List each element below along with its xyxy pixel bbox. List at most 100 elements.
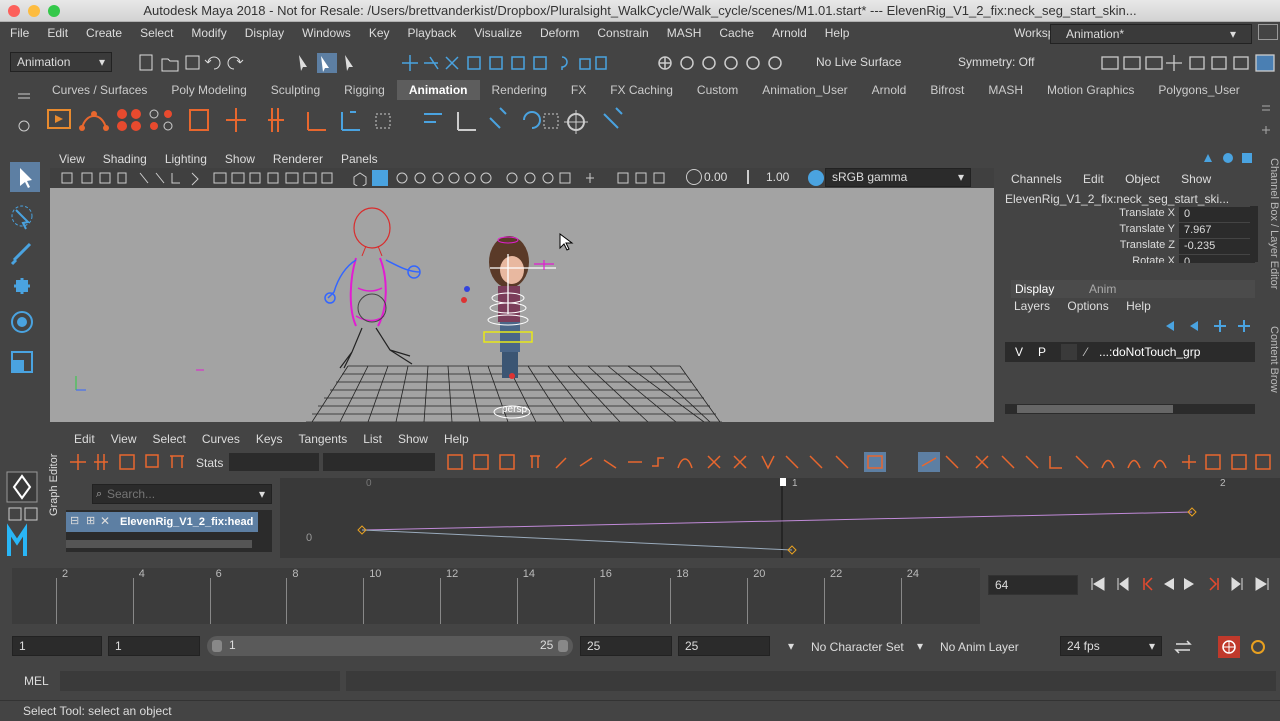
ge-menu-curves[interactable]: Curves bbox=[194, 432, 248, 446]
layer-options-menu[interactable]: Options bbox=[1067, 299, 1108, 313]
symmetry-label[interactable]: Symmetry: Off bbox=[958, 55, 1034, 69]
select-tool-button[interactable] bbox=[10, 162, 40, 192]
menu-visualize[interactable]: Visualize bbox=[465, 26, 531, 40]
layers-menu[interactable]: Layers bbox=[1014, 299, 1050, 313]
tab-fx[interactable]: FX bbox=[559, 80, 598, 100]
zoom-window-button[interactable] bbox=[48, 5, 60, 17]
playback-end-field[interactable]: 25 bbox=[580, 636, 672, 656]
layer-help-menu[interactable]: Help bbox=[1126, 299, 1151, 313]
expand-icon[interactable]: ⊞ bbox=[86, 514, 95, 527]
menu-cache[interactable]: Cache bbox=[710, 26, 763, 40]
tab-rigging[interactable]: Rigging bbox=[332, 80, 397, 100]
transform-tools-icons[interactable] bbox=[8, 202, 38, 432]
channel-box-side-tab[interactable]: Channel Box / Layer Editor bbox=[1262, 158, 1280, 318]
colorspace-dropdown[interactable]: sRGB gamma ▾ bbox=[825, 168, 971, 187]
shelf-scroll-icons[interactable] bbox=[1258, 100, 1274, 140]
tab-arnold[interactable]: Arnold bbox=[860, 80, 919, 100]
channels-menu[interactable]: Channels bbox=[1011, 172, 1062, 186]
range-handle-end[interactable] bbox=[558, 640, 568, 652]
graph-editor-panel-label[interactable]: Graph Editor bbox=[48, 436, 62, 516]
ge-menu-list[interactable]: List bbox=[355, 432, 390, 446]
tab-animation-user[interactable]: Animation_User bbox=[750, 80, 859, 100]
time-slider[interactable]: 2 4 6 8 10 12 14 16 18 20 22 24 bbox=[12, 568, 980, 624]
range-slider-bar[interactable]: 1 25 bbox=[207, 636, 573, 656]
menu-playback[interactable]: Playback bbox=[399, 26, 466, 40]
anim-layer-label[interactable]: No Anim Layer bbox=[940, 640, 1019, 654]
character-set-label[interactable]: No Character Set bbox=[811, 640, 904, 654]
shelf-menu-icons[interactable] bbox=[14, 88, 34, 144]
channel-object-menu[interactable]: Object bbox=[1125, 172, 1160, 186]
scene-canvas[interactable]: persp bbox=[50, 188, 994, 422]
range-right-icons[interactable] bbox=[1172, 636, 1276, 658]
menu-modify[interactable]: Modify bbox=[182, 26, 235, 40]
layer-hscrollbar[interactable] bbox=[1005, 404, 1255, 414]
viewport-menu-lighting[interactable]: Lighting bbox=[156, 152, 216, 166]
command-input[interactable] bbox=[60, 671, 340, 691]
menu-help[interactable]: Help bbox=[816, 26, 859, 40]
menu-mash[interactable]: MASH bbox=[658, 26, 711, 40]
range-handle-start[interactable] bbox=[212, 640, 222, 652]
component-mask-icons[interactable] bbox=[400, 53, 610, 73]
channel-translate-z[interactable]: Translate Z -0.235 bbox=[1105, 239, 1265, 255]
ge-menu-keys[interactable]: Keys bbox=[248, 432, 291, 446]
tab-custom[interactable]: Custom bbox=[685, 80, 750, 100]
fps-dropdown[interactable]: 24 fps ▾ bbox=[1060, 636, 1162, 656]
ge-menu-tangents[interactable]: Tangents bbox=[291, 432, 356, 446]
channel-show-menu[interactable]: Show bbox=[1181, 172, 1211, 186]
channel-value[interactable]: -0.235 bbox=[1179, 239, 1255, 254]
colorspace-icon[interactable] bbox=[808, 170, 824, 186]
file-tools-icons[interactable] bbox=[138, 53, 248, 73]
layer-edit-icon[interactable]: ⁄ bbox=[1085, 345, 1087, 359]
ge-tangent-toolbar-icons[interactable] bbox=[446, 452, 1276, 472]
animation-start-field[interactable]: 1 bbox=[12, 636, 102, 656]
layer-playback-toggle[interactable]: P bbox=[1038, 345, 1046, 359]
snap-icons[interactable] bbox=[655, 53, 805, 73]
layer-name[interactable]: ...:doNotTouch_grp bbox=[1099, 345, 1200, 359]
outliner-hscrollbar[interactable] bbox=[66, 540, 252, 548]
close-window-button[interactable] bbox=[8, 5, 20, 17]
tab-rendering[interactable]: Rendering bbox=[480, 80, 559, 100]
ge-menu-select[interactable]: Select bbox=[144, 432, 193, 446]
gamma-value[interactable]: 1.00 bbox=[766, 170, 789, 184]
layer-visibility-toggle[interactable]: V bbox=[1015, 345, 1023, 359]
viewport-menu-shading[interactable]: Shading bbox=[94, 152, 156, 166]
channel-box-toolbar-icons[interactable] bbox=[1200, 150, 1260, 166]
viewport-3d[interactable]: persp bbox=[50, 188, 994, 422]
graph-search-input[interactable] bbox=[107, 486, 247, 502]
channel-value[interactable]: 0 bbox=[1179, 207, 1255, 222]
menu-constrain[interactable]: Constrain bbox=[588, 26, 657, 40]
stats-field-1[interactable] bbox=[229, 453, 319, 471]
chevron-down-icon[interactable]: ▾ bbox=[788, 639, 794, 653]
animation-curves[interactable] bbox=[280, 478, 1280, 558]
layer-color-swatch[interactable] bbox=[1061, 344, 1077, 360]
tab-anim[interactable]: Anim bbox=[1089, 282, 1116, 296]
current-frame-field[interactable]: 64 bbox=[988, 575, 1078, 595]
ge-side-icons[interactable] bbox=[5, 470, 41, 560]
tab-fx-caching[interactable]: FX Caching bbox=[598, 80, 685, 100]
playback-controls[interactable] bbox=[1088, 574, 1274, 594]
menu-display[interactable]: Display bbox=[236, 26, 293, 40]
ge-menu-view[interactable]: View bbox=[103, 432, 145, 446]
stats-field-2[interactable] bbox=[323, 453, 435, 471]
tab-polygons-user[interactable]: Polygons_User bbox=[1146, 80, 1251, 100]
ge-menu-show[interactable]: Show bbox=[390, 432, 436, 446]
viewport-menu-show[interactable]: Show bbox=[216, 152, 264, 166]
channel-value[interactable]: 7.967 bbox=[1179, 223, 1255, 238]
menu-file[interactable]: File bbox=[0, 26, 38, 40]
animation-end-field[interactable]: 25 bbox=[678, 636, 770, 656]
workspace-options-icon[interactable] bbox=[1258, 24, 1278, 40]
tab-curves-surfaces[interactable]: Curves / Surfaces bbox=[40, 80, 159, 100]
viewport-menu-view[interactable]: View bbox=[50, 152, 94, 166]
menuset-dropdown[interactable]: Animation ▾ bbox=[10, 52, 112, 72]
chevron-down-icon[interactable]: ▾ bbox=[917, 639, 923, 653]
viewport-menu-panels[interactable]: Panels bbox=[332, 152, 387, 166]
exposure-value[interactable]: 0.00 bbox=[704, 170, 727, 184]
tab-poly-modeling[interactable]: Poly Modeling bbox=[159, 80, 258, 100]
animation-shelf[interactable] bbox=[40, 100, 1280, 142]
minimize-window-button[interactable] bbox=[28, 5, 40, 17]
live-surface-label[interactable]: No Live Surface bbox=[816, 55, 901, 69]
tab-sculpting[interactable]: Sculpting bbox=[259, 80, 332, 100]
tab-mash[interactable]: MASH bbox=[976, 80, 1035, 100]
ge-menu-help[interactable]: Help bbox=[436, 432, 477, 446]
display-layer-row[interactable]: V P ⁄ ...:doNotTouch_grp bbox=[1005, 342, 1255, 362]
